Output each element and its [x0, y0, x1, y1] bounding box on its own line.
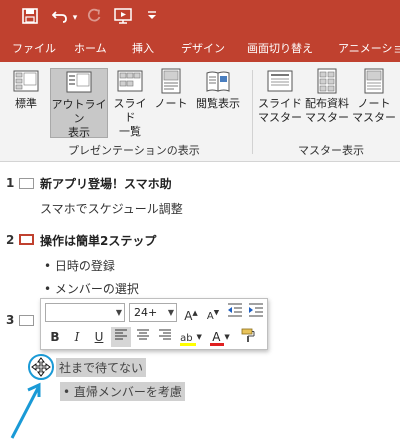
font-size-box[interactable]: 24+ ▼	[129, 303, 177, 322]
align-center-button[interactable]	[133, 327, 153, 347]
notes-master-button[interactable]: ノート マスター	[352, 68, 396, 138]
handout-master-button[interactable]: 配布資料 マスター	[304, 68, 350, 138]
presentation-views-group-label: プレゼンテーションの表示	[68, 144, 200, 157]
save-icon[interactable]	[20, 8, 40, 28]
chevron-down-icon[interactable]: ▼	[116, 304, 122, 321]
align-center-icon	[137, 329, 149, 340]
font-color-button[interactable]: A ▼	[207, 327, 235, 347]
decrease-indent-button[interactable]	[225, 303, 245, 323]
highlight-color-button[interactable]: ab ▼	[177, 327, 205, 347]
increase-indent-icon	[249, 303, 263, 317]
tab-file[interactable]: ファイル	[12, 36, 56, 62]
increase-font-size-button[interactable]: A▲	[181, 303, 201, 323]
outline-view-icon	[66, 71, 92, 93]
notes-page-label: ノート	[154, 97, 188, 110]
tab-animations[interactable]: アニメーション	[338, 36, 400, 62]
normal-view-icon	[13, 70, 39, 92]
font-color-swatch	[210, 343, 224, 346]
format-painter-button[interactable]	[239, 327, 259, 347]
format-painter-icon	[241, 328, 255, 342]
slide-number-3: 3	[6, 313, 15, 327]
slide-sorter-button[interactable]: スライド 一覧	[110, 68, 150, 138]
selected-line-2[interactable]: • 直帰メンバーを考慮	[60, 382, 185, 401]
chevron-down-icon[interactable]: ▼	[224, 333, 229, 341]
handout-master-icon	[317, 68, 337, 94]
annotation-arrow-icon	[10, 382, 41, 439]
slide-body-1[interactable]: スマホでスケジュール調整	[40, 200, 183, 217]
move-cursor-icon	[31, 357, 51, 377]
present-from-start-icon[interactable]	[112, 8, 134, 28]
outline-view-label: アウトライン 表示	[51, 98, 107, 139]
redo-icon	[84, 8, 104, 28]
bold-button[interactable]: B	[45, 327, 65, 347]
undo-dropdown-icon[interactable]: ▾	[70, 8, 80, 28]
mini-toolbar: ▼ 24+ ▼ A▲ A▼ B I U ab ▼ A ▼	[40, 298, 268, 350]
font-name-box[interactable]: ▼	[45, 303, 125, 322]
chevron-down-icon[interactable]: ▼	[168, 304, 174, 321]
slide-icon-2[interactable]	[19, 234, 34, 245]
handout-master-label: 配布資料 マスター	[305, 97, 349, 124]
ribbon-tabs: ファイル ホーム 挿入 デザイン 画面切り替え アニメーション	[0, 36, 400, 62]
slide-title-1[interactable]: 新アプリ登場！スマホ助	[40, 175, 172, 192]
font-size-value: 24+	[134, 306, 158, 319]
slide-icon-3[interactable]	[19, 315, 34, 326]
decrease-indent-icon	[228, 303, 242, 317]
slide-icon-1[interactable]	[19, 178, 34, 189]
font-name-value	[46, 306, 49, 319]
tab-home[interactable]: ホーム	[74, 36, 107, 62]
reading-view-icon	[206, 71, 230, 92]
slide-master-label: スライド マスター	[258, 97, 302, 124]
quick-access-toolbar: ▾	[0, 0, 400, 36]
align-right-button[interactable]	[155, 327, 175, 347]
ribbon-group-separator	[252, 70, 253, 154]
customize-qat-icon[interactable]	[144, 8, 160, 28]
tab-design[interactable]: デザイン	[181, 36, 225, 62]
notes-page-button[interactable]: ノート	[152, 68, 190, 138]
master-views-group-label: マスター表示	[298, 144, 364, 157]
slide-number-2: 2	[6, 233, 15, 247]
normal-view-label: 標準	[15, 97, 37, 110]
chevron-down-icon[interactable]: ▼	[196, 333, 201, 341]
slide-bullet-2-1[interactable]: • 日時の登録	[44, 257, 115, 274]
slide-bullet-2-2[interactable]: • メンバーの選択	[44, 280, 139, 297]
slide-title-2[interactable]: 操作は簡単2ステップ	[40, 232, 156, 249]
decrease-font-size-button[interactable]: A▼	[203, 303, 223, 323]
decrease-font-icon: A▼	[206, 309, 220, 323]
reading-view-button[interactable]: 閲覧表示	[192, 68, 244, 138]
increase-indent-button[interactable]	[246, 303, 266, 323]
increase-font-icon: A▲	[184, 309, 198, 323]
slide-number-1: 1	[6, 176, 15, 190]
highlight-swatch	[180, 343, 196, 346]
slide-sorter-label: スライド 一覧	[113, 97, 147, 138]
slide-sorter-icon	[117, 70, 143, 92]
slide-master-button[interactable]: スライド マスター	[258, 68, 302, 138]
outline-view-button[interactable]: アウトライン 表示	[50, 68, 108, 139]
slide-master-icon	[267, 70, 293, 92]
tab-insert[interactable]: 挿入	[132, 36, 154, 62]
selected-line-1[interactable]: 社まで待てない	[56, 358, 147, 377]
italic-button[interactable]: I	[67, 327, 87, 347]
underline-button[interactable]: U	[89, 327, 109, 347]
align-left-button[interactable]	[111, 327, 131, 347]
reading-view-label: 閲覧表示	[196, 97, 240, 110]
undo-icon[interactable]	[50, 8, 70, 28]
normal-view-button[interactable]: 標準	[10, 68, 42, 138]
ribbon-view-panel: 標準 アウトライン 表示 スライド 一覧 ノート 閲覧表示 プレゼンテーションの…	[0, 62, 400, 162]
notes-page-icon	[161, 68, 181, 94]
notes-master-label: ノート マスター	[352, 97, 396, 124]
notes-master-icon	[364, 68, 384, 94]
tab-transitions[interactable]: 画面切り替え	[247, 36, 313, 62]
align-left-icon	[115, 329, 127, 340]
align-right-icon	[159, 329, 171, 340]
